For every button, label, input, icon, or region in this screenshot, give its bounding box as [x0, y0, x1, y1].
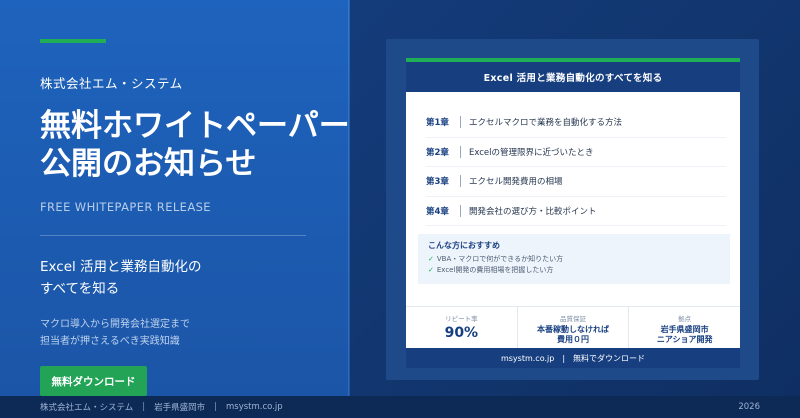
stat-value-line-2: 費用０円	[557, 335, 589, 344]
chapter-list: 第1章 エクセルマクロで業務を自動化する方法 第2章 Excelの管理限界に近づ…	[426, 108, 726, 226]
chapter-item: 第1章 エクセルマクロで業務を自動化する方法	[426, 108, 726, 138]
footer-year: 2026	[738, 402, 760, 412]
description-line-1: マクロ導入から開発会社選定まで	[40, 319, 190, 330]
panel-divider	[348, 0, 349, 396]
headline-line-1: 無料ホワイトペーパー	[40, 108, 350, 144]
description-line-2: 担当者が押さえるべき実践知識	[40, 336, 180, 347]
headline: 無料ホワイトペーパー 公開のお知らせ	[40, 107, 350, 183]
check-icon: ✓	[428, 255, 434, 263]
check-icon: ✓	[428, 266, 434, 274]
footer-company: 株式会社エム・システム	[40, 403, 134, 413]
chapter-number: 第2章	[426, 147, 449, 158]
stat-label: 品質保証	[560, 315, 586, 323]
subtitle-line-2: すべてを知る	[40, 281, 120, 297]
recommendation-title: こんな方におすすめ	[428, 241, 500, 250]
stat-repeat-rate: リピート率 90%	[406, 307, 518, 348]
recommendation-item: ✓ Excel開発の費用相場を把握したい方	[428, 265, 720, 276]
chapter-item: 第2章 Excelの管理限界に近づいたとき	[426, 138, 726, 167]
chapter-separator	[460, 116, 461, 129]
footer-location: 岩手県盛岡市	[154, 403, 206, 413]
chapter-title: 開発会社の選び方・比較ポイント	[469, 206, 597, 217]
stat-value-line-2: ニアショア開発	[656, 335, 713, 344]
stat-value: 90%	[444, 325, 479, 341]
stat-label: リピート率	[445, 315, 478, 323]
stat-quality: 品質保証 本番稼動しなければ 費用０円	[518, 307, 630, 348]
chapter-title: エクセル開発費用の相場	[469, 177, 563, 188]
chapter-number: 第1章	[426, 118, 449, 129]
recommendation-item: ✓ VBA・マクロで何ができるか知りたい方	[428, 254, 720, 265]
chapter-number: 第3章	[426, 177, 449, 188]
section-rule	[40, 235, 306, 236]
stats-row: リピート率 90% 品質保証 本番稼動しなければ 費用０円 拠点 岩手県盛岡市 …	[406, 306, 740, 348]
chapter-title: エクセルマクロで業務を自動化する方法	[469, 118, 623, 129]
free-download-button[interactable]: 無料ダウンロード	[40, 366, 147, 396]
doc-footer: msystm.co.jp | 無料でダウンロード	[406, 348, 740, 368]
chapter-separator	[460, 145, 461, 158]
stat-location: 拠点 岩手県盛岡市 ニアショア開発	[629, 307, 740, 348]
chapter-title: Excelの管理限界に近づいたとき	[469, 147, 594, 158]
headline-line-2: 公開のお知らせ	[40, 146, 257, 182]
doc-footer-separator: |	[562, 353, 566, 363]
stat-value-line-1: 本番稼動しなければ	[537, 325, 609, 334]
doc-footer-site[interactable]: msystm.co.jp	[501, 354, 554, 363]
chapter-item: 第4章 開発会社の選び方・比較ポイント	[426, 197, 726, 226]
doc-title: Excel 活用と業務自動化のすべてを知る	[406, 62, 740, 92]
subtitle-line-1: Excel 活用と業務自動化の	[40, 259, 202, 275]
recommendation-text: Excel開発の費用相場を把握したい方	[436, 266, 554, 274]
footer-separator: |	[142, 402, 146, 412]
stat-label: 拠点	[678, 315, 692, 323]
chapter-number: 第4章	[426, 206, 449, 217]
doc-footer-download[interactable]: 無料でダウンロード	[573, 353, 645, 364]
stat-value-line-1: 岩手県盛岡市	[660, 325, 709, 334]
accent-bar	[40, 39, 106, 43]
whitepaper-preview: Excel 活用と業務自動化のすべてを知る 第1章 エクセルマクロで業務を自動化…	[406, 58, 740, 368]
footer-site-link[interactable]: msystm.co.jp	[226, 402, 283, 412]
recommendation-text: VBA・マクロで何ができるか知りたい方	[436, 255, 564, 263]
chapter-separator	[460, 204, 461, 217]
recommendation-box: こんな方におすすめ ✓ VBA・マクロで何ができるか知りたい方 ✓ Excel開発の…	[418, 234, 730, 284]
description: マクロ導入から開発会社選定まで 担当者が押さえるべき実践知識	[40, 316, 190, 350]
page-footer: 株式会社エム・システム | 岩手県盛岡市 | msystm.co.jp 2026	[0, 396, 800, 418]
chapter-separator	[460, 175, 461, 188]
chapter-item: 第3章 エクセル開発費用の相場	[426, 167, 726, 197]
footer-separator: |	[214, 402, 218, 412]
company-name: 株式会社エム・システム	[40, 76, 183, 91]
subtitle: Excel 活用と業務自動化の すべてを知る	[40, 256, 202, 300]
english-subtitle: FREE WHITEPAPER RELEASE	[40, 200, 211, 214]
